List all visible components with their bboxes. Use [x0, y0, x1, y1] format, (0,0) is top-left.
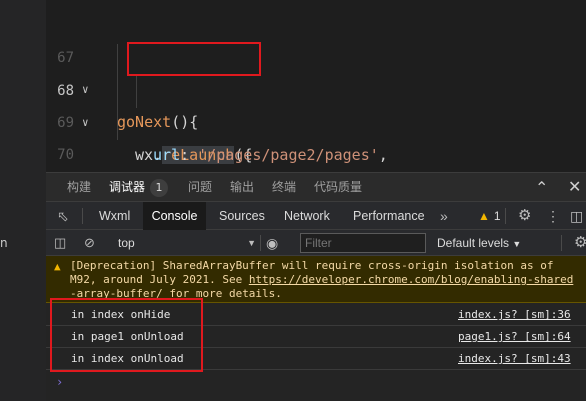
log-source-link[interactable]: index.js? [sm]:36 — [458, 304, 571, 326]
devtools-panel: 构建 调试器 1 问题 输出 终端 代码质量 ⌃ ✕ ⬁ Wxml Console… — [46, 172, 586, 401]
inspect-element-icon[interactable]: ⬁ — [57, 202, 69, 230]
divider — [260, 235, 261, 251]
sidebar-fragment-text: n — [0, 236, 8, 250]
panel-tab-bar: 构建 调试器 1 问题 输出 终端 代码质量 ⌃ ✕ — [46, 172, 586, 202]
more-options-icon[interactable]: ⋮ — [546, 202, 560, 230]
log-levels-dropdown[interactable]: Default levels ▼ — [437, 230, 521, 256]
tab-debugger[interactable]: 调试器 1 — [109, 173, 169, 203]
devtools-tab-bar: ⬁ Wxml Console Sources Network Performan… — [46, 202, 586, 230]
console-filter-bar: ◫ ⊘ top ▼ ◉ Default levels ▼ ⚙ — [46, 230, 586, 256]
warning-text: [Deprecation] SharedArrayBuffer will req… — [70, 259, 554, 272]
tab-network[interactable]: Network — [284, 202, 330, 230]
log-source-link[interactable]: page1.js? [sm]:64 — [458, 326, 571, 348]
close-icon[interactable]: ✕ — [568, 177, 581, 197]
context-selector[interactable]: top ▼ — [118, 230, 256, 256]
clear-console-icon[interactable]: ⊘ — [84, 230, 95, 256]
chevron-up-icon[interactable]: ⌃ — [535, 178, 548, 198]
tab-performance[interactable]: Performance — [353, 202, 425, 230]
divider — [561, 235, 562, 251]
code-line[interactable]: 70 }) — [46, 107, 586, 196]
console-output[interactable]: ▲ [Deprecation] SharedArrayBuffer will r… — [46, 256, 586, 401]
tab-console[interactable]: Console — [143, 202, 206, 230]
warning-counter[interactable]: ▲ 1 — [478, 202, 501, 230]
dropdown-arrow-icon: ▼ — [247, 238, 256, 248]
log-source-link[interactable]: index.js? [sm]:43 — [458, 348, 571, 370]
tab-terminal[interactable]: 终端 — [272, 173, 296, 203]
warning-text: M92, around July 2021. See https://devel… — [70, 273, 574, 286]
warning-link[interactable]: https://developer.chrome.com/blog/enabli… — [249, 273, 574, 286]
left-sidebar: n — [0, 0, 46, 401]
divider — [82, 208, 83, 224]
dock-icon[interactable]: ◫ — [570, 202, 583, 230]
divider — [505, 208, 506, 224]
warning-icon: ▲ — [54, 260, 61, 273]
code-line[interactable]: 71 } — [46, 139, 586, 228]
debugger-count-badge: 1 — [150, 179, 169, 197]
tab-sources[interactable]: Sources — [219, 202, 265, 230]
dropdown-arrow-icon: ▼ — [512, 239, 522, 249]
tab-output[interactable]: 输出 — [230, 173, 254, 203]
eye-icon[interactable]: ◉ — [266, 230, 278, 256]
highlight-box — [127, 42, 261, 76]
warning-message: ▲ [Deprecation] SharedArrayBuffer will r… — [46, 256, 586, 303]
code-line[interactable]: 69 url: '/pages/page2/pages', — [46, 75, 586, 164]
tab-build[interactable]: 构建 — [67, 173, 91, 203]
devtools-window: n 67 ∨ goNext(){ 68 ∨ wx.reLaunch({ 69 u… — [0, 0, 586, 401]
tab-issues[interactable]: 问题 — [188, 173, 212, 203]
tab-wxml[interactable]: Wxml — [99, 202, 130, 230]
console-prompt-icon[interactable]: › — [56, 375, 63, 389]
filter-input[interactable] — [300, 233, 426, 253]
code-line[interactable]: 67 ∨ goNext(){ — [46, 10, 586, 131]
sidebar-toggle-icon[interactable]: ◫ — [54, 230, 66, 256]
highlight-box — [50, 298, 203, 372]
more-tabs-icon[interactable]: » — [440, 202, 448, 230]
settings-gear-icon[interactable]: ⚙ — [518, 202, 531, 230]
console-settings-gear-icon[interactable]: ⚙ — [574, 230, 586, 256]
warning-icon: ▲ — [478, 209, 490, 223]
code-editor[interactable]: 67 ∨ goNext(){ 68 ∨ wx.reLaunch({ 69 url… — [46, 0, 586, 228]
tab-code-quality[interactable]: 代码质量 — [314, 173, 362, 203]
